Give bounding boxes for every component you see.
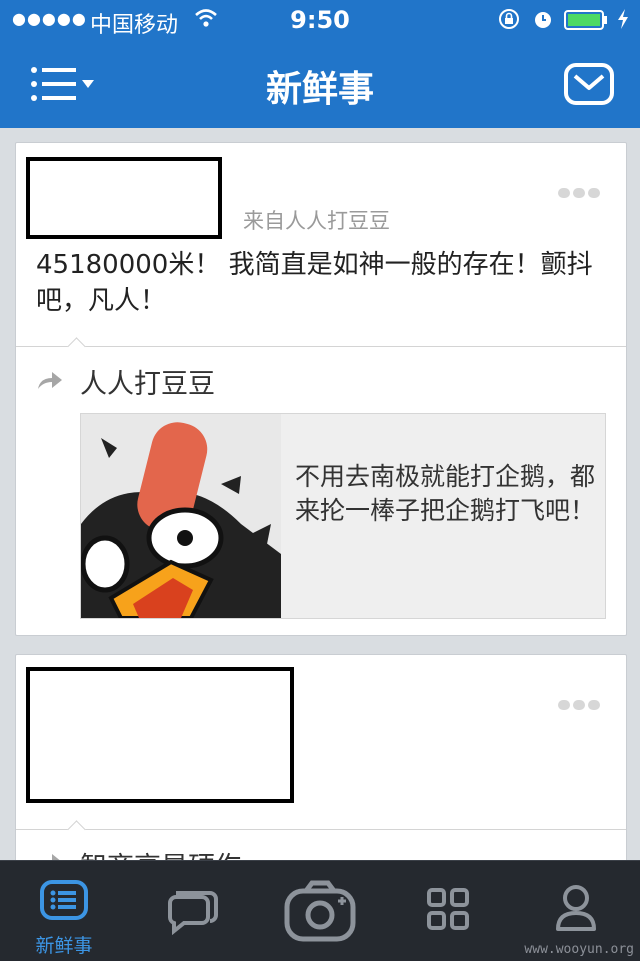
feed-item[interactable]: 来自人人打豆豆 45180000米！ 我简直是如神一般的存在！颤抖吧，凡人！ 人… [15,142,627,636]
divider-notch [67,820,86,839]
tab-feed-label: 新鲜事 [35,935,93,957]
tab-apps[interactable] [398,861,498,961]
divider [16,346,626,347]
apps-icon [427,888,469,930]
chat-icon [168,891,218,935]
mail-icon[interactable] [563,62,615,106]
app-thumbnail-image [81,414,281,618]
camera-icon [284,880,356,942]
profile-icon [556,885,596,931]
page-title: 新鲜事 [265,69,374,110]
share-arrow-icon [38,372,62,389]
divider-notch [67,337,86,356]
divider [16,829,626,830]
shared-app-card[interactable]: 不用去南极就能打企鹅，都来抡一棒子把企鹅打飞吧！ [80,413,606,619]
more-options-icon[interactable] [558,183,604,198]
alarm-icon [535,12,551,28]
feed-icon [40,880,88,920]
post-source: 来自人人打豆豆 [243,209,390,233]
shared-app-name[interactable]: 人人打豆豆 [80,362,215,401]
tab-messages[interactable] [142,861,242,961]
tab-bar: 新鲜事 www.wooyun.org [0,860,640,961]
redacted-avatar-name [26,157,222,239]
tab-feed[interactable]: 新鲜事 [14,861,114,961]
shared-app-description: 不用去南极就能打企鹅，都来抡一棒子把企鹅打飞吧！ [295,462,596,525]
post-text: 45180000米！ 我简直是如神一般的存在！颤抖吧，凡人！ [36,250,593,316]
battery-icon [564,10,607,30]
charging-icon [618,9,628,29]
feed-item[interactable]: 智商高是硬伤 [15,654,627,883]
watermark: www.wooyun.org [524,942,634,957]
redacted-avatar-name [26,667,294,803]
more-options-icon[interactable] [558,695,604,710]
rotation-lock-icon [499,9,519,29]
status-bar: ●●●●● 中国移动 9:50 [0,0,640,40]
nav-bar: 新鲜事 [0,40,640,128]
tab-camera[interactable] [270,861,370,961]
